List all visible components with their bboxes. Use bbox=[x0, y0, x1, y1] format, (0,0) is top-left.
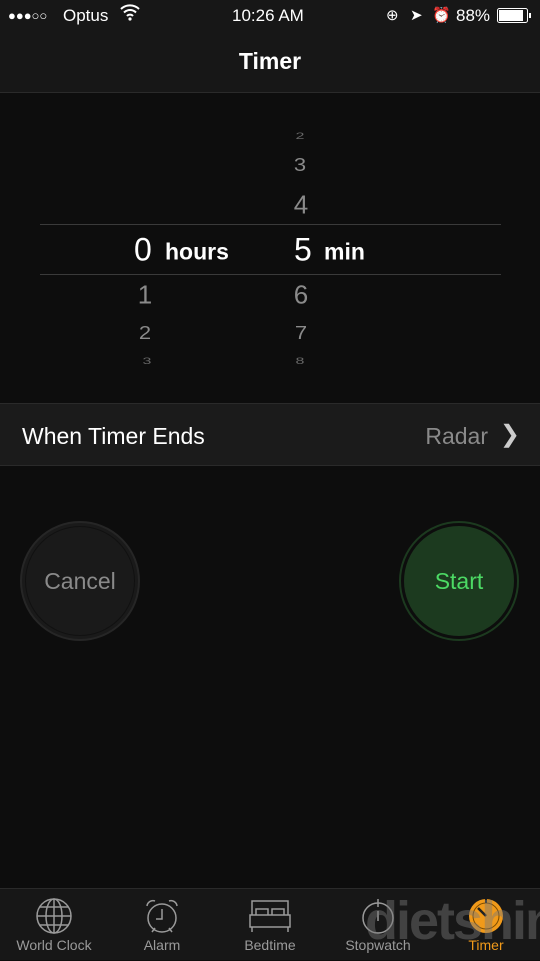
minutes-option[interactable]: 3 bbox=[294, 154, 306, 176]
tab-bedtime[interactable]: Bedtime bbox=[216, 889, 324, 961]
timer-icon bbox=[469, 899, 503, 933]
sound-value: Radar bbox=[425, 423, 488, 449]
rotation-lock-icon: ⊕ bbox=[386, 7, 399, 24]
tab-timer[interactable]: Timer bbox=[432, 889, 540, 961]
minutes-unit: min bbox=[324, 238, 365, 265]
minutes-option[interactable]: 7 bbox=[295, 322, 307, 344]
location-icon: ➤ bbox=[410, 7, 423, 24]
hours-selected: 0 bbox=[134, 231, 152, 268]
tab-bar: World Clock Alarm Bedtime Stopwatch Time… bbox=[0, 888, 540, 960]
tab-label: Stopwatch bbox=[345, 937, 411, 953]
minutes-option[interactable]: 6 bbox=[294, 280, 308, 311]
tab-alarm[interactable]: Alarm bbox=[108, 889, 216, 961]
tab-label: Bedtime bbox=[244, 937, 296, 953]
minutes-selected: 5 bbox=[294, 231, 312, 268]
minutes-option[interactable]: 2 bbox=[296, 132, 305, 142]
hours-unit: hours bbox=[165, 238, 229, 265]
alarm-clock-icon bbox=[146, 899, 178, 933]
tab-label: Timer bbox=[468, 937, 504, 953]
minutes-option[interactable]: 4 bbox=[294, 190, 308, 221]
start-button[interactable]: Start bbox=[399, 521, 519, 641]
battery-icon bbox=[497, 8, 533, 29]
bed-icon bbox=[249, 900, 291, 932]
battery-percent: 88% bbox=[456, 6, 491, 25]
cancel-button[interactable]: Cancel bbox=[20, 521, 140, 641]
navigation-bar: Timer bbox=[0, 32, 540, 93]
globe-icon bbox=[36, 898, 72, 934]
tab-label: World Clock bbox=[16, 937, 92, 953]
stopwatch-icon bbox=[362, 899, 394, 934]
divider bbox=[40, 274, 501, 275]
page-title: Timer bbox=[238, 48, 302, 74]
when-timer-ends-row[interactable]: When Timer Ends Radar ❯ bbox=[0, 403, 540, 466]
wifi-icon bbox=[120, 3, 140, 26]
cancel-label: Cancel bbox=[25, 526, 135, 636]
start-label: Start bbox=[404, 526, 514, 636]
clock: 10:26 AM bbox=[232, 6, 304, 25]
hours-option[interactable]: 2 bbox=[139, 322, 151, 344]
signal-icon: ●●●○○ bbox=[8, 8, 48, 23]
hours-option[interactable]: 1 bbox=[138, 280, 152, 311]
tab-stopwatch[interactable]: Stopwatch bbox=[324, 889, 432, 961]
tab-world-clock[interactable]: World Clock bbox=[0, 889, 108, 961]
chevron-right-icon: ❯ bbox=[499, 421, 520, 448]
alarm-icon: ⏰ bbox=[432, 7, 451, 24]
hours-option[interactable]: 3 bbox=[143, 357, 152, 367]
divider bbox=[40, 224, 501, 225]
tab-label: Alarm bbox=[143, 937, 181, 953]
minutes-option[interactable]: 8 bbox=[296, 357, 305, 367]
timer-picker[interactable]: 0 hours 1 2 3 2 3 4 5 min 6 7 8 bbox=[0, 93, 540, 403]
status-bar: ●●●○○ Optus 10:26 AM ⊕ ➤ ⏰ 88% bbox=[0, 0, 540, 32]
carrier: Optus bbox=[63, 6, 109, 25]
when-timer-ends-label: When Timer Ends bbox=[22, 423, 205, 449]
